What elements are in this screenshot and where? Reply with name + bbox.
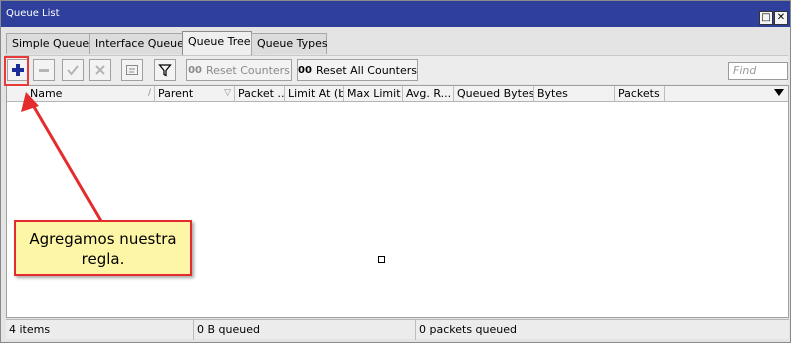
- enable-button[interactable]: [62, 59, 84, 81]
- status-item-count: 4 items: [6, 320, 194, 340]
- status-bar: 4 items 0 B queued 0 packets queued: [6, 319, 789, 340]
- find-input[interactable]: Find: [728, 62, 788, 80]
- comment-icon: [126, 65, 138, 75]
- comment-button[interactable]: [121, 59, 143, 81]
- remove-button[interactable]: [33, 59, 55, 81]
- column-header-packet-mark[interactable]: Packet ...: [235, 86, 285, 101]
- column-header-avg-rate[interactable]: Avg. R...: [403, 86, 454, 101]
- filter-button[interactable]: [154, 59, 176, 81]
- close-icon[interactable]: ✕: [774, 11, 788, 25]
- status-queued-packets: 0 packets queued: [419, 323, 517, 336]
- queue-tree-table[interactable]: Name / Parent ▽ Packet ... Limit At (b..…: [6, 85, 789, 318]
- tab-queue-tree[interactable]: Queue Tree: [182, 31, 252, 55]
- window-title: Queue List: [6, 8, 60, 19]
- reset-counters-button[interactable]: 00 Reset Counters: [186, 59, 292, 81]
- tab-simple-queues[interactable]: Simple Queues: [6, 33, 95, 54]
- column-header-parent[interactable]: Parent ▽: [155, 86, 235, 101]
- status-queued-bytes: 0 B queued: [194, 320, 416, 340]
- reset-all-counters-button[interactable]: 00 Reset All Counters: [297, 59, 418, 81]
- column-header-limit-at[interactable]: Limit At (b...: [285, 86, 344, 101]
- sort-icon: ▽: [224, 88, 231, 98]
- column-menu-icon[interactable]: [774, 89, 784, 96]
- toolbar: 00 Reset Counters 00 Reset All Counters …: [5, 55, 788, 84]
- reset-all-counters-label: Reset All Counters: [315, 63, 417, 77]
- title-bar[interactable]: Queue List □ ✕: [1, 1, 790, 27]
- column-header-queued-bytes[interactable]: Queued Bytes: [454, 86, 534, 101]
- check-icon: [67, 65, 79, 76]
- tab-queue-types[interactable]: Queue Types: [251, 33, 328, 54]
- minus-icon: [39, 69, 49, 72]
- cursor-marker: [378, 256, 385, 263]
- tab-interface-queues[interactable]: Interface Queues: [89, 33, 190, 54]
- annotation-highlight-box: [4, 56, 29, 86]
- counter-icon: 00: [298, 64, 312, 76]
- counter-icon: 00: [188, 64, 202, 76]
- queue-list-window: Queue List □ ✕ Simple Queues Interface Q…: [0, 0, 791, 343]
- filter-icon: [158, 64, 172, 77]
- column-header-max-limit[interactable]: Max Limit ...: [344, 86, 403, 101]
- column-header-bytes[interactable]: Bytes: [534, 86, 615, 101]
- column-header-packets[interactable]: Packets: [615, 86, 665, 101]
- column-header-name[interactable]: Name /: [7, 86, 155, 101]
- annotation-callout: Agregamos nuestra regla.: [14, 220, 192, 276]
- table-header: Name / Parent ▽ Packet ... Limit At (b..…: [7, 86, 788, 102]
- callout-line-1: Agregamos nuestra: [29, 230, 177, 248]
- restore-icon[interactable]: □: [759, 11, 773, 25]
- reset-counters-label: Reset Counters: [206, 63, 290, 77]
- callout-line-2: regla.: [81, 250, 125, 268]
- sort-icon: /: [147, 88, 151, 98]
- disable-button[interactable]: [89, 59, 111, 81]
- cross-icon: [95, 65, 105, 75]
